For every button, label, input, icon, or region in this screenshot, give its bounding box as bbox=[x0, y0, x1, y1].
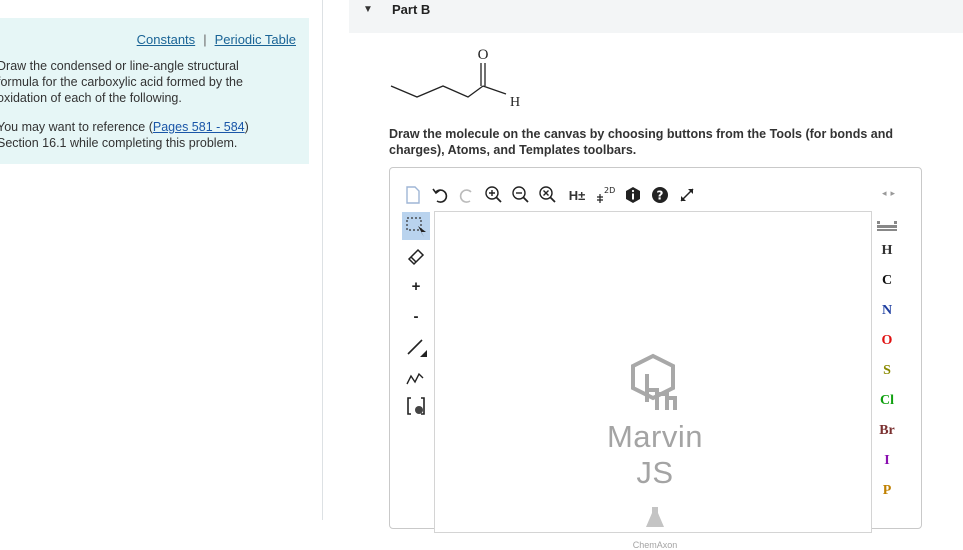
instruction-line-3: oxidation of each of the following. bbox=[0, 91, 182, 105]
pages-reference-link[interactable]: Pages 581 - 584 bbox=[153, 120, 245, 134]
svg-text:?: ? bbox=[657, 189, 664, 203]
column-divider bbox=[322, 0, 323, 520]
zoom-out-icon bbox=[512, 186, 529, 203]
zoom-fit-button[interactable] bbox=[537, 184, 559, 206]
single-bond-tool[interactable] bbox=[402, 332, 430, 360]
chain-tool[interactable] bbox=[402, 362, 430, 390]
hydrogen-toggle-button[interactable]: H± bbox=[564, 184, 590, 206]
undo-button[interactable] bbox=[429, 184, 451, 206]
marvin-editor: H± 2D ? ◂▸ + - Marvin JS ChemAxon H C N … bbox=[389, 167, 922, 550]
atom-button-h[interactable]: H bbox=[874, 236, 900, 266]
clean-2d-icon: 2D bbox=[597, 186, 615, 203]
atom-button-c[interactable]: C bbox=[874, 266, 900, 296]
document-icon bbox=[406, 186, 420, 204]
atom-button-p[interactable]: P bbox=[874, 476, 900, 506]
links-separator: | bbox=[203, 32, 207, 47]
undo-icon bbox=[432, 188, 448, 203]
periodic-table-tool[interactable] bbox=[874, 216, 900, 236]
constants-link[interactable]: Constants bbox=[137, 32, 196, 47]
redo-button[interactable] bbox=[456, 184, 478, 206]
task-instruction: Draw the molecule on the canvas by choos… bbox=[389, 127, 893, 157]
reference-note: You may want to reference (Pages 581 - 5… bbox=[0, 119, 297, 151]
redo-icon bbox=[459, 189, 472, 203]
select-icon bbox=[406, 217, 426, 237]
expand-icon bbox=[680, 188, 694, 202]
atoms-toolbar: H C N O S Cl Br I P bbox=[874, 216, 900, 506]
help-icon: ? bbox=[652, 187, 668, 203]
info-panel: Constants | Periodic Table Draw the conden… bbox=[0, 18, 309, 164]
info-icon bbox=[626, 187, 640, 203]
atom-button-i[interactable]: I bbox=[874, 446, 900, 476]
resource-links: Constants | Periodic Table bbox=[137, 32, 296, 47]
part-title: Part B bbox=[392, 2, 431, 17]
reference-suffix: ) bbox=[244, 120, 249, 134]
chain-icon bbox=[406, 372, 424, 385]
atom-list: H C N O S Cl Br I P bbox=[874, 236, 900, 506]
eraser-icon bbox=[407, 248, 425, 266]
part-header[interactable]: ▼ Part B bbox=[349, 0, 963, 33]
problem-instructions: Draw the condensed or line-angle structu… bbox=[0, 58, 297, 106]
marvin-title: Marvin JS bbox=[606, 419, 703, 490]
decrease-charge-tool[interactable]: - bbox=[402, 302, 430, 330]
chemaxon-flask-icon bbox=[646, 507, 664, 527]
atom-button-br[interactable]: Br bbox=[874, 416, 900, 446]
marvin-watermark: Marvin JS ChemAxon bbox=[585, 352, 725, 550]
clean-2d-button[interactable]: 2D bbox=[595, 184, 617, 206]
marvin-logo-icon bbox=[631, 353, 677, 410]
new-document-button[interactable] bbox=[402, 184, 424, 206]
reference-line-2: Section 16.1 while completing this probl… bbox=[0, 136, 238, 150]
zoom-fit-icon bbox=[539, 186, 556, 203]
single-bond-icon bbox=[407, 339, 427, 357]
atom-button-s[interactable]: S bbox=[874, 356, 900, 386]
increase-charge-tool[interactable]: + bbox=[402, 272, 430, 300]
left-toolbar: + - bbox=[402, 212, 434, 422]
atom-button-o[interactable]: O bbox=[874, 326, 900, 356]
periodic-table-icon bbox=[877, 221, 897, 231]
zoom-out-button[interactable] bbox=[510, 184, 532, 206]
aldehyde-h-bond bbox=[482, 85, 507, 95]
info-button[interactable] bbox=[622, 184, 644, 206]
hydrogen-label: H bbox=[510, 95, 520, 110]
collapse-caret-icon[interactable]: ▼ bbox=[363, 4, 373, 15]
zoom-in-icon bbox=[485, 186, 502, 203]
instruction-line-1: Draw the condensed or line-angle structu… bbox=[0, 59, 239, 73]
svg-text:2D: 2D bbox=[604, 186, 615, 195]
erase-tool[interactable] bbox=[402, 242, 430, 270]
reference-prefix: You may want to reference ( bbox=[0, 120, 153, 134]
periodic-table-link[interactable]: Periodic Table bbox=[215, 32, 296, 47]
instruction-line-2: formula for the carboxylic acid formed b… bbox=[0, 75, 243, 89]
atom-button-n[interactable]: N bbox=[874, 296, 900, 326]
oxygen-label: O bbox=[478, 47, 489, 63]
chemaxon-label: ChemAxon bbox=[632, 540, 678, 550]
sgroup-bracket-tool[interactable] bbox=[402, 392, 430, 420]
aldehyde-structure: O H bbox=[390, 47, 520, 110]
zoom-in-button[interactable] bbox=[483, 184, 505, 206]
reference-line-1: You may want to reference (Pages 581 - 5… bbox=[0, 119, 297, 135]
bracket-icon bbox=[407, 397, 425, 415]
help-button[interactable]: ? bbox=[649, 184, 671, 206]
toolbar-scroll-arrows-icon[interactable]: ◂▸ bbox=[882, 188, 899, 199]
fullscreen-button[interactable] bbox=[676, 184, 698, 206]
drawing-canvas[interactable]: Marvin JS ChemAxon bbox=[434, 211, 872, 550]
top-toolbar: H± 2D ? bbox=[402, 182, 703, 208]
rectangle-select-tool[interactable] bbox=[402, 212, 430, 240]
atom-button-cl[interactable]: Cl bbox=[874, 386, 900, 416]
carbon-chain-bonds bbox=[390, 85, 484, 98]
